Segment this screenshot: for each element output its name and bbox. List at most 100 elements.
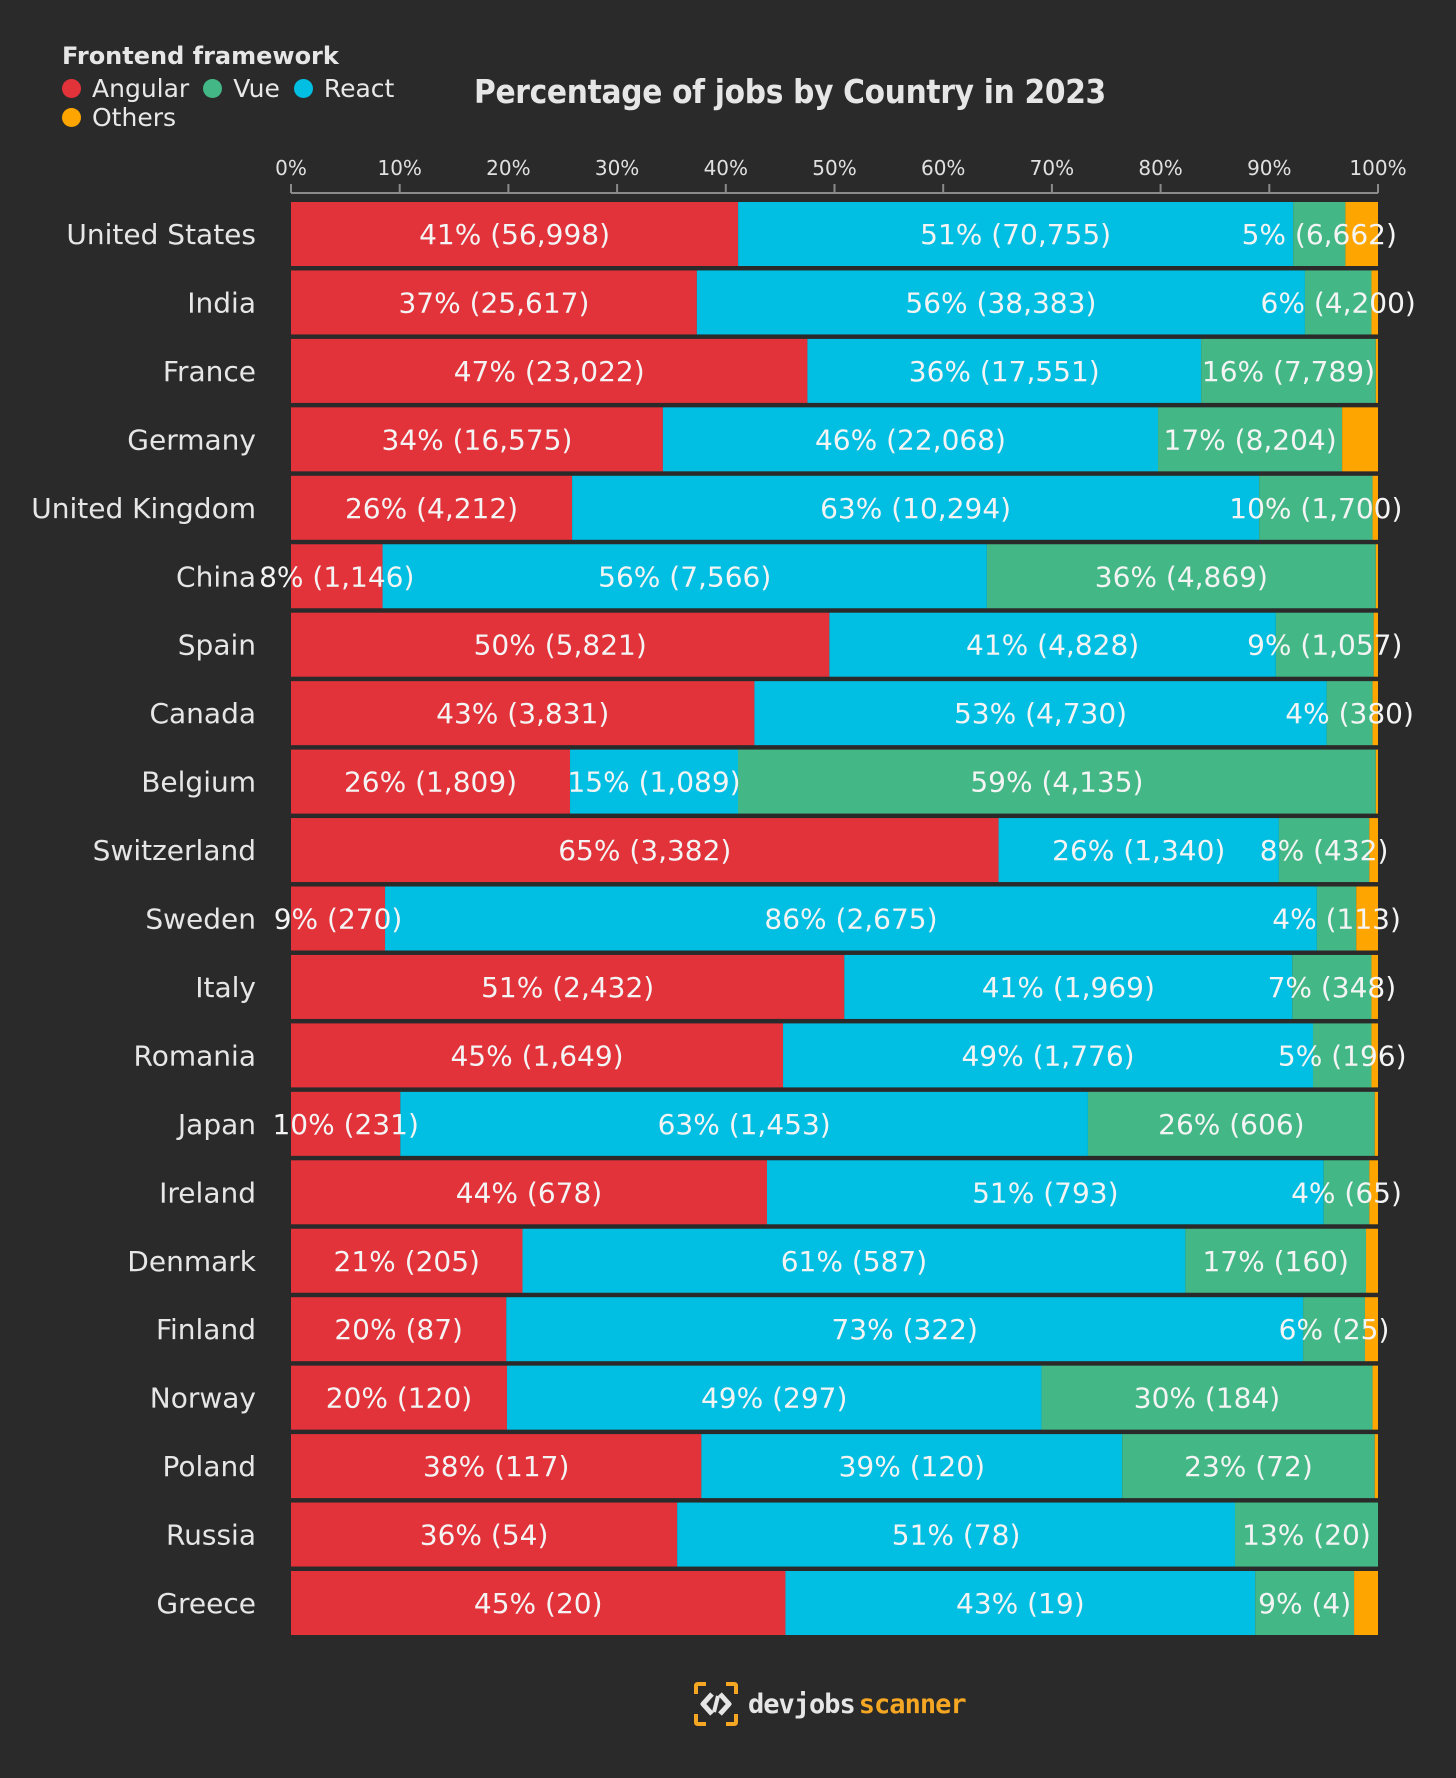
- data-label-react: 73% (322): [831, 1313, 977, 1346]
- bar-segment-others[interactable]: [1372, 1365, 1378, 1430]
- data-label-vue: 17% (160): [1202, 1245, 1348, 1278]
- data-label-angular: 44% (678): [456, 1176, 602, 1209]
- data-label-vue: 4% (65): [1291, 1176, 1402, 1209]
- data-label-angular: 36% (54): [420, 1519, 549, 1552]
- bar-segment-others[interactable]: [1375, 544, 1378, 609]
- data-label-angular: 10% (231): [272, 1108, 418, 1141]
- stacked-bar-chart: 0% 10% 20% 30% 40% 50% 60% 70% 80% 90% 100% United…: [31, 156, 1416, 1635]
- data-label-react: 43% (19): [956, 1587, 1085, 1620]
- x-tick-label: 80%: [1138, 156, 1182, 180]
- x-tick-label: 10%: [377, 156, 421, 180]
- data-label-react: 49% (297): [701, 1382, 847, 1415]
- data-label-vue: 16% (7,789): [1202, 355, 1375, 388]
- data-label-vue: 17% (8,204): [1164, 423, 1337, 456]
- x-tick-label: 0%: [275, 156, 307, 180]
- data-label-react: 63% (1,453): [658, 1108, 831, 1141]
- country-label: United States: [66, 218, 256, 251]
- country-label: Russia: [166, 1519, 256, 1552]
- data-label-vue: 5% (6,662): [1242, 218, 1397, 251]
- data-label-react: 61% (587): [781, 1245, 927, 1278]
- data-label-angular: 21% (205): [334, 1245, 480, 1278]
- country-label: Romania: [134, 1039, 256, 1072]
- country-label: Finland: [156, 1313, 256, 1346]
- data-label-react: 41% (1,969): [982, 971, 1155, 1004]
- bar-segment-others[interactable]: [1375, 749, 1378, 814]
- bar-segment-others[interactable]: [1374, 1434, 1378, 1499]
- data-label-angular: 20% (87): [334, 1313, 463, 1346]
- x-tick-label: 100%: [1349, 156, 1406, 180]
- x-tick-label: 60%: [921, 156, 965, 180]
- data-label-angular: 45% (20): [474, 1587, 603, 1620]
- logo-text-scanner: scanner: [858, 1688, 967, 1720]
- data-label-react: 53% (4,730): [954, 697, 1127, 730]
- data-label-vue: 9% (4): [1258, 1587, 1351, 1620]
- data-label-angular: 51% (2,432): [481, 971, 654, 1004]
- data-label-angular: 26% (1,809): [344, 766, 517, 799]
- data-label-angular: 65% (3,382): [558, 834, 731, 867]
- data-label-react: 56% (7,566): [598, 560, 771, 593]
- data-label-react: 46% (22,068): [815, 423, 1006, 456]
- data-label-angular: 8% (1,146): [259, 560, 414, 593]
- country-label: Norway: [150, 1382, 256, 1415]
- x-tick-label: 70%: [1030, 156, 1074, 180]
- country-label: Spain: [178, 629, 256, 662]
- data-label-angular: 26% (4,212): [345, 492, 518, 525]
- country-label: Germany: [127, 423, 256, 456]
- data-label-react: 56% (38,383): [905, 286, 1096, 319]
- bar-segment-others[interactable]: [1374, 1091, 1378, 1156]
- data-label-vue: 6% (25): [1279, 1313, 1390, 1346]
- bar-segment-others[interactable]: [1375, 338, 1378, 403]
- data-label-react: 63% (10,294): [820, 492, 1011, 525]
- scanner-brackets-icon: [694, 1682, 738, 1726]
- data-label-angular: 45% (1,649): [450, 1039, 623, 1072]
- data-label-vue: 36% (4,869): [1095, 560, 1268, 593]
- data-label-vue: 7% (348): [1268, 971, 1397, 1004]
- country-label: Poland: [163, 1450, 256, 1483]
- country-label: Switzerland: [93, 834, 256, 867]
- x-tick-label: 30%: [595, 156, 639, 180]
- country-label: Japan: [176, 1108, 256, 1141]
- data-label-react: 41% (4,828): [966, 629, 1139, 662]
- data-label-vue: 26% (606): [1158, 1108, 1304, 1141]
- logo-text-devjobs: devjobs: [748, 1688, 856, 1720]
- data-label-react: 36% (17,551): [909, 355, 1100, 388]
- data-label-react: 86% (2,675): [764, 903, 937, 936]
- data-label-angular: 47% (23,022): [454, 355, 645, 388]
- data-label-vue: 23% (72): [1184, 1450, 1313, 1483]
- data-label-react: 51% (793): [972, 1176, 1118, 1209]
- data-label-vue: 59% (4,135): [970, 766, 1143, 799]
- data-label-angular: 9% (270): [274, 903, 403, 936]
- data-label-vue: 4% (380): [1285, 697, 1414, 730]
- data-label-vue: 4% (113): [1272, 903, 1401, 936]
- x-tick-label: 20%: [486, 156, 530, 180]
- bar-segment-others[interactable]: [1354, 1571, 1378, 1635]
- devjobsscanner-logo: devjobs scanner: [694, 1682, 967, 1726]
- data-label-react: 49% (1,776): [961, 1039, 1134, 1072]
- country-label: China: [176, 560, 256, 593]
- data-label-vue: 9% (1,057): [1247, 629, 1402, 662]
- data-label-angular: 50% (5,821): [474, 629, 647, 662]
- data-label-angular: 37% (25,617): [398, 286, 589, 319]
- data-label-react: 39% (120): [839, 1450, 985, 1483]
- country-label: Sweden: [145, 903, 256, 936]
- data-label-vue: 6% (4,200): [1261, 286, 1416, 319]
- data-label-angular: 41% (56,998): [419, 218, 610, 251]
- x-axis: 0% 10% 20% 30% 40% 50% 60% 70% 80% 90% 100%: [275, 156, 1407, 194]
- bar-segment-others[interactable]: [1366, 1228, 1378, 1293]
- data-label-react: 51% (70,755): [920, 218, 1111, 251]
- data-label-angular: 20% (120): [326, 1382, 472, 1415]
- data-label-vue: 13% (20): [1242, 1519, 1371, 1552]
- country-label: Belgium: [141, 766, 256, 799]
- data-label-react: 26% (1,340): [1052, 834, 1225, 867]
- data-label-vue: 8% (432): [1260, 834, 1389, 867]
- bar-segment-others[interactable]: [1342, 407, 1378, 472]
- country-label: United Kingdom: [31, 492, 256, 525]
- data-label-vue: 30% (184): [1134, 1382, 1280, 1415]
- data-label-vue: 10% (1,700): [1229, 492, 1402, 525]
- data-label-react: 51% (78): [892, 1519, 1021, 1552]
- data-label-angular: 34% (16,575): [381, 423, 572, 456]
- country-label: Greece: [156, 1587, 256, 1620]
- x-tick-label: 50%: [812, 156, 856, 180]
- data-label-angular: 43% (3,831): [436, 697, 609, 730]
- country-label: Canada: [149, 697, 256, 730]
